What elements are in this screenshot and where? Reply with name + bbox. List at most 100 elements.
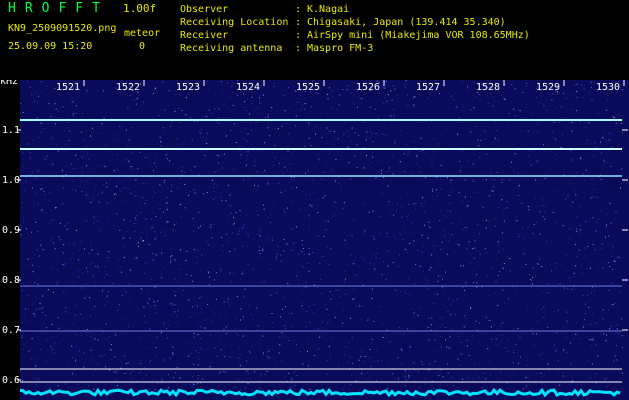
noise-dot (599, 247, 601, 249)
noise-dot (193, 304, 195, 306)
noise-dot (542, 215, 544, 217)
noise-dot (134, 231, 136, 232)
noise-dot (162, 126, 164, 128)
noise-dot (28, 83, 30, 84)
noise-dot (364, 260, 366, 262)
noise-dot (259, 99, 261, 101)
noise-dot (542, 364, 544, 366)
noise-dot (479, 134, 481, 136)
noise-dot (112, 282, 114, 284)
noise-dot (378, 135, 379, 137)
noise-dot (364, 355, 366, 357)
noise-dot (271, 236, 273, 238)
noise-dot (388, 167, 390, 169)
noise-dot (442, 303, 444, 305)
noise-dot (301, 240, 303, 241)
noise-dot (392, 203, 394, 205)
noise-dot (65, 307, 67, 309)
noise-dot (21, 202, 23, 203)
noise-dot (50, 229, 51, 231)
noise-dot (303, 267, 305, 268)
noise-dot (228, 205, 230, 207)
noise-dot (582, 295, 584, 297)
noise-dot (486, 212, 488, 213)
noise-dot (326, 387, 328, 389)
noise-dot (93, 171, 95, 172)
noise-dot (596, 196, 598, 198)
noise-dot (333, 215, 335, 217)
noise-dot (413, 203, 415, 205)
noise-dot (166, 209, 168, 211)
noise-dot (427, 288, 429, 289)
noise-dot (441, 242, 443, 244)
noise-dot (108, 251, 110, 253)
noise-dot (220, 80, 222, 82)
noise-dot (314, 126, 316, 128)
noise-dot (192, 218, 194, 220)
noise-dot (247, 151, 249, 153)
noise-dot (339, 94, 341, 96)
noise-dot (81, 190, 83, 192)
noise-dot (355, 274, 357, 276)
noise-dot (604, 379, 606, 381)
noise-dot (369, 268, 371, 270)
noise-dot (59, 305, 60, 307)
noise-dot (192, 376, 193, 377)
noise-dot (421, 214, 423, 215)
noise-dot (91, 127, 93, 129)
noise-dot (220, 196, 222, 198)
noise-dot (72, 253, 74, 254)
noise-dot (361, 340, 363, 342)
noise-dot (65, 144, 66, 146)
noise-dot (374, 361, 376, 363)
noise-dot (343, 208, 345, 210)
noise-dot (482, 387, 484, 389)
noise-dot (383, 177, 385, 178)
noise-dot (431, 329, 432, 331)
noise-dot (62, 252, 64, 254)
noise-dot (297, 101, 299, 103)
noise-dot (197, 378, 199, 380)
noise-dot (466, 376, 468, 378)
noise-dot (305, 326, 307, 328)
noise-dot (413, 104, 415, 105)
noise-dot (497, 140, 499, 141)
noise-dot (240, 389, 241, 391)
noise-dot (190, 287, 192, 288)
noise-dot (23, 159, 25, 161)
noise-dot (387, 91, 389, 93)
noise-dot (222, 167, 223, 169)
noise-dot (555, 154, 557, 156)
noise-dot (375, 257, 377, 259)
noise-dot (28, 350, 30, 352)
noise-dot (291, 385, 293, 387)
noise-dot (381, 324, 383, 326)
noise-dot (538, 102, 540, 103)
noise-dot (162, 259, 164, 261)
noise-dot (503, 248, 505, 250)
noise-dot (538, 263, 540, 265)
noise-dot (603, 162, 605, 164)
noise-dot (317, 99, 319, 101)
noise-dot (495, 338, 497, 340)
noise-dot (409, 375, 411, 377)
noise-dot (463, 287, 464, 288)
noise-dot (600, 179, 602, 181)
noise-dot (465, 282, 467, 284)
noise-dot (518, 185, 520, 187)
noise-dot (85, 220, 87, 222)
noise-dot (157, 383, 159, 384)
noise-dot (479, 332, 481, 334)
noise-dot (68, 242, 70, 244)
noise-dot (191, 140, 193, 141)
noise-dot (161, 277, 163, 279)
noise-dot (105, 366, 106, 368)
noise-dot (372, 210, 374, 212)
noise-dot (576, 230, 578, 232)
noise-dot (76, 112, 78, 114)
noise-dot (200, 132, 202, 134)
noise-dot (102, 355, 103, 357)
noise-dot (120, 385, 122, 387)
noise-dot (254, 184, 255, 186)
noise-dot (81, 287, 83, 289)
